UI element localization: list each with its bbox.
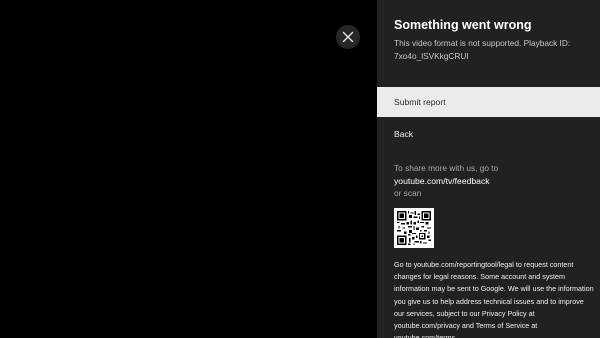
video-player-area: [0, 0, 377, 338]
error-title: Something went wrong: [394, 18, 532, 32]
submit-report-button[interactable]: Submit report: [377, 87, 600, 117]
error-message: This video format is not supported. Play…: [394, 38, 571, 61]
legal-notice: Go to youtube.com/reportingtool/legal to…: [394, 260, 594, 338]
tv-screen: Something went wrong This video format i…: [0, 0, 600, 338]
share-intro: To share more with us, go to: [394, 163, 499, 173]
feedback-url: youtube.com/tv/feedback: [394, 175, 490, 186]
qr-code: [394, 208, 434, 248]
error-panel: Something went wrong This video format i…: [377, 0, 600, 338]
close-icon: [342, 31, 354, 43]
feedback-share-info: To share more with us, go to youtube.com…: [394, 162, 594, 200]
back-button[interactable]: Back: [377, 119, 600, 149]
close-button[interactable]: [336, 25, 360, 49]
share-or-scan: or scan: [394, 188, 422, 198]
qr-code-icon: [397, 211, 431, 245]
